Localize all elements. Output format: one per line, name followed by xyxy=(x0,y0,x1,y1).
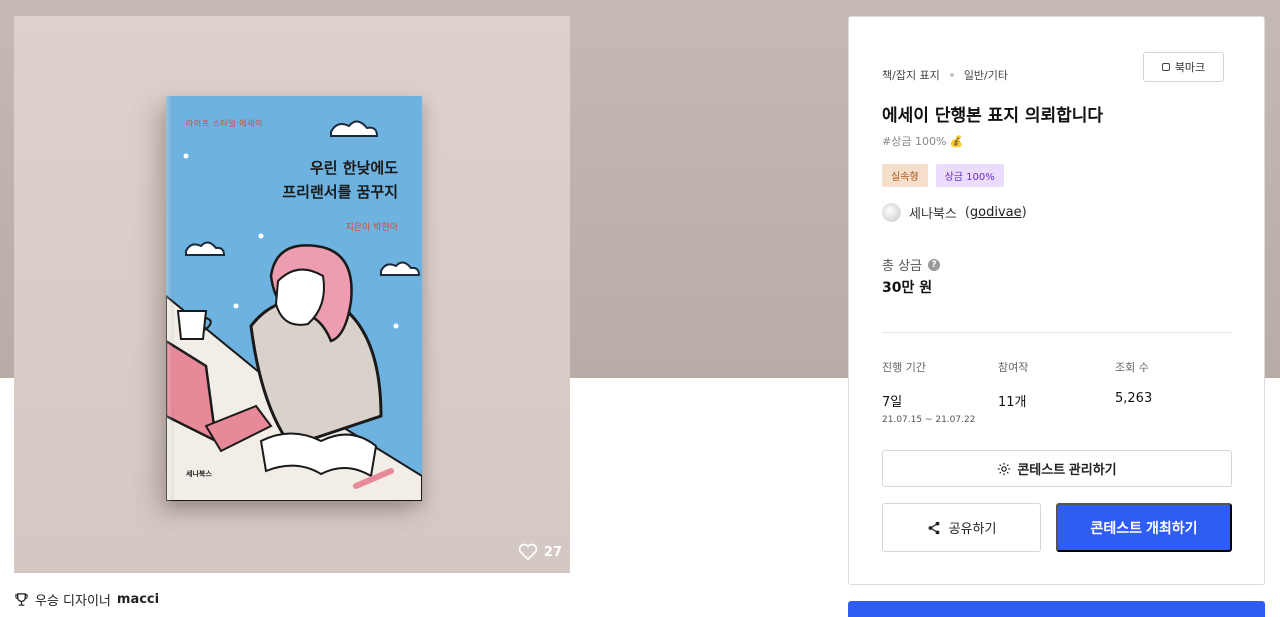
stat-date-range: 21.07.15 ~ 21.07.22 xyxy=(882,415,976,425)
trophy-icon xyxy=(15,593,28,606)
winner-prefix: 우승 디자이너 xyxy=(35,594,111,609)
book-spine xyxy=(166,96,174,501)
stat-label: 진행 기간 xyxy=(882,361,926,374)
contest-cover-image[interactable]: 라이프 스타일 에세이 우린 한낮에도 프리랜서를 꿈꾸지 지은이 박현아 세나… xyxy=(14,16,570,573)
stat-label: 참여작 xyxy=(998,361,1029,374)
contest-tag[interactable]: #상금 100% 💰 xyxy=(882,133,964,149)
book-title-line1: 우린 한낮에도 xyxy=(309,159,398,177)
stat-views: 조회 수 5,263 xyxy=(1115,359,1152,406)
winner-name[interactable]: macci xyxy=(117,592,159,607)
heart-icon xyxy=(518,543,538,561)
bookmark-button[interactable]: 북마크 xyxy=(1143,52,1224,82)
badge-prize: 상금 100% xyxy=(935,164,1004,187)
like-count: 27 xyxy=(543,544,562,560)
bookmark-icon xyxy=(1161,63,1170,71)
manage-contest-label: 콘테스트 관리하기 xyxy=(1017,462,1117,477)
breadcrumb: 책/잡지 표지 일반/기타 xyxy=(882,67,1008,83)
breadcrumb-subcategory[interactable]: 일반/기타 xyxy=(964,67,1008,83)
breadcrumb-separator xyxy=(949,73,954,77)
bottom-cta-bar[interactable] xyxy=(848,601,1265,617)
contest-info-panel: 책/잡지 표지 일반/기타 북마크 에세이 단행본 표지 의뢰합니다 #상금 1… xyxy=(848,16,1265,585)
host-name: 세나북스 xyxy=(909,207,957,222)
winner-designer: 우승 디자이너 macci xyxy=(14,590,159,609)
host-id[interactable]: godivae xyxy=(970,205,1022,220)
prize-label: 총 상금 ? xyxy=(882,255,941,274)
gear-icon xyxy=(998,462,1011,475)
stat-entries: 참여작 11개 xyxy=(998,359,1028,410)
badge-list: 실속형 상금 100% xyxy=(882,164,1004,187)
book-label: 라이프 스타일 에세이 xyxy=(186,119,263,128)
prize-value: 30만 원 xyxy=(882,280,933,296)
stat-duration: 진행 기간 7일 21.07.15 ~ 21.07.22 xyxy=(882,359,975,425)
stat-value: 7일 xyxy=(882,395,903,410)
manage-contest-button[interactable]: 콘테스트 관리하기 xyxy=(882,450,1232,487)
stat-value: 5,263 xyxy=(1115,391,1153,406)
badge-value-tier: 실속형 xyxy=(882,164,928,187)
breadcrumb-category[interactable]: 책/잡지 표지 xyxy=(882,67,940,83)
contest-title: 에세이 단행본 표지 의뢰합니다 xyxy=(882,106,1104,126)
host-contest-button[interactable]: 콘테스트 개최하기 xyxy=(1056,503,1232,552)
share-button[interactable]: 공유하기 xyxy=(882,503,1041,552)
book-title-line2: 프리랜서를 꿈꾸지 xyxy=(282,183,398,201)
book-author: 지은이 박현아 xyxy=(345,223,398,233)
book-publisher: 세나북스 xyxy=(186,470,212,478)
host-avatar xyxy=(882,203,901,222)
host-info[interactable]: 세나북스 (godivae) xyxy=(882,203,1027,222)
help-icon[interactable]: ? xyxy=(928,258,941,271)
like-button[interactable]: 27 xyxy=(518,543,562,561)
book-cover: 라이프 스타일 에세이 우린 한낮에도 프리랜서를 꿈꾸지 지은이 박현아 세나… xyxy=(166,96,422,501)
share-icon xyxy=(928,521,940,534)
prize-label-text: 총 상금 xyxy=(882,259,923,274)
divider xyxy=(882,332,1232,333)
bookmark-label: 북마크 xyxy=(1174,61,1206,74)
share-label: 공유하기 xyxy=(948,521,997,536)
stat-label: 조회 수 xyxy=(1115,361,1149,374)
stat-value: 11개 xyxy=(998,395,1027,410)
book-title: 우린 한낮에도 프리랜서를 꿈꾸지 xyxy=(282,156,398,204)
